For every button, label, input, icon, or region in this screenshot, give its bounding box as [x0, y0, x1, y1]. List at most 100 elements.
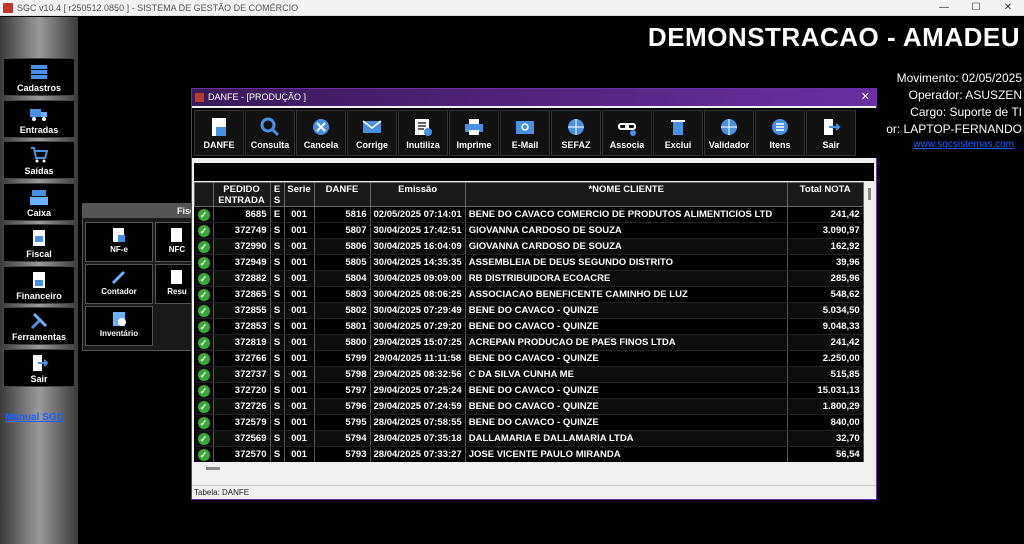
table-row[interactable]: ✓ 372990 S 001 5806 30/04/2025 16:04:09 GIOVAN… — [194, 238, 864, 255]
table-cell: 30/04/2025 07:29:49 — [370, 302, 466, 319]
toolbar-associa-button[interactable]: Associa — [602, 110, 652, 156]
column-emissao[interactable]: Emissão — [369, 182, 466, 207]
table-row[interactable]: ✓ 372853 S 001 5801 30/04/2025 07:29:20 BENE D… — [194, 318, 864, 335]
app-icon — [3, 2, 13, 13]
close-icon[interactable]: ✕ — [861, 89, 870, 106]
table-cell: S — [270, 318, 285, 335]
search-bar[interactable] — [194, 163, 874, 181]
table-cell: 515,85 — [787, 366, 864, 383]
table-cell: 372766 — [213, 350, 271, 367]
sidebar-item-sair[interactable]: Sair — [3, 349, 75, 387]
table-row[interactable]: ✓ 372766 S 001 5799 29/04/2025 11:11:58 BENE D… — [194, 350, 864, 367]
fiscal-submenu-title: Fisc — [83, 204, 199, 218]
toolbar-label: Inutiliza — [406, 140, 440, 150]
toolbar-consulta-button[interactable]: Consulta — [245, 110, 295, 156]
toolbar-sefaz-button[interactable]: SEFAZ — [551, 110, 601, 156]
toolbar-label: E-Mail — [511, 140, 539, 150]
table-cell: 001 — [284, 414, 315, 431]
toolbar-imprime-button[interactable]: Imprime — [449, 110, 499, 156]
table-row[interactable]: ✓ 372570 S 001 5793 28/04/2025 07:33:27 JOSE V… — [194, 446, 864, 462]
table-cell: ASSEMBLEIA DE DEUS SEGUNDO DISTRITO — [465, 254, 788, 271]
table-row[interactable]: ✓ 372720 S 001 5797 29/04/2025 07:25:24 BENE D… — [194, 382, 864, 399]
column-danfe[interactable]: DANFE — [313, 182, 371, 207]
toolbar-cancela-button[interactable]: Cancela — [296, 110, 346, 156]
table-row[interactable]: ✓ 372749 S 001 5807 30/04/2025 17:42:51 GIOVAN… — [194, 222, 864, 239]
sidebar-item-saidas[interactable]: Saídas — [3, 141, 75, 179]
table-row[interactable]: ✓ 372569 S 001 5794 28/04/2025 07:35:18 DALLAM… — [194, 430, 864, 447]
horizontal-scrollbar[interactable] — [194, 462, 876, 476]
cargo-label: Cargo: Suporte de TI — [910, 105, 1022, 119]
column-total-nota[interactable]: Total NOTA — [786, 182, 864, 207]
table-cell: 372579 — [213, 414, 271, 431]
check-icon: ✓ — [197, 208, 210, 221]
status-cell: ✓ — [194, 430, 214, 447]
toolbar-label: Consulta — [250, 140, 290, 150]
table-cell: E — [270, 206, 285, 223]
table-cell: 241,42 — [787, 334, 864, 351]
table-row[interactable]: ✓ 372882 S 001 5804 30/04/2025 09:09:00 RB DIS… — [194, 270, 864, 287]
table-cell: 5800 — [314, 334, 371, 351]
toolbar-validador-button[interactable]: Validador — [704, 110, 754, 156]
check-icon: ✓ — [197, 272, 210, 285]
column-pedido[interactable]: PEDIDO ENTRADA — [212, 182, 271, 207]
table-cell: 30/04/2025 16:04:09 — [370, 238, 466, 255]
check-icon: ✓ — [197, 368, 210, 381]
column-nome-cliente[interactable]: *NOME CLIENTE — [464, 182, 788, 207]
table-cell: 5793 — [314, 446, 371, 462]
table-cell: BENE DO CAVACO - QUINZE — [465, 398, 788, 415]
table-row[interactable]: ✓ 372865 S 001 5803 30/04/2025 08:06:25 ASSOCI… — [194, 286, 864, 303]
fiscal-item-inventario[interactable]: Inventário — [85, 306, 153, 346]
manual-link[interactable]: Manual SGC — [5, 412, 64, 423]
table-cell: 001 — [284, 222, 315, 239]
fiscal-item-contador[interactable]: Contador — [85, 264, 153, 304]
fiscal-item-nfe[interactable]: NF-e — [85, 222, 153, 262]
column-serie[interactable]: Serie — [283, 182, 315, 207]
table-cell: GIOVANNA CARDOSO DE SOUZA — [465, 238, 788, 255]
column-es[interactable]: E S — [269, 182, 285, 207]
toolbar-label: Cancela — [303, 140, 339, 150]
table-cell: DALLAMARIA E DALLAMARIA LTDA — [465, 430, 788, 447]
app-icon — [195, 93, 204, 102]
table-cell: 001 — [284, 334, 315, 351]
document-icon — [33, 230, 45, 246]
table-cell: BENE DO CAVACO COMERCIO DE PRODUTOS ALIM… — [465, 206, 788, 223]
close-window-button[interactable]: ✕ — [992, 0, 1024, 16]
table-row[interactable]: ✓ 372579 S 001 5795 28/04/2025 07:58:55 BENE D… — [194, 414, 864, 431]
table-cell: S — [270, 414, 285, 431]
table-row[interactable]: ✓ 372855 S 001 5802 30/04/2025 07:29:49 BENE D… — [194, 302, 864, 319]
email-icon — [516, 121, 534, 134]
table-cell: 30/04/2025 14:35:35 — [370, 254, 466, 271]
table-row[interactable]: ✓ 372726 S 001 5796 29/04/2025 07:24:59 BENE D… — [194, 398, 864, 415]
vertical-scrollbar[interactable] — [864, 182, 876, 462]
toolbar-email-button[interactable]: E-Mail — [500, 110, 550, 156]
table-row[interactable]: ✓ 372819 S 001 5800 29/04/2025 15:07:25 ACREPA… — [194, 334, 864, 351]
sidebar-item-ferramentas[interactable]: Ferramentas — [3, 307, 75, 345]
toolbar-inutiliza-button[interactable]: Inutiliza — [398, 110, 448, 156]
sidebar-item-caixa[interactable]: Caixa — [3, 183, 75, 221]
sidebar-item-fiscal[interactable]: Fiscal — [3, 224, 75, 262]
maximize-button[interactable]: ☐ — [960, 0, 992, 16]
table-cell: 29/04/2025 07:25:24 — [370, 382, 466, 399]
toolbar-danfe-button[interactable]: DANFE — [194, 110, 244, 156]
toolbar-exclui-button[interactable]: Exclui — [653, 110, 703, 156]
table-cell: 3.090,97 — [787, 222, 864, 239]
minimize-button[interactable]: — — [928, 0, 960, 16]
status-cell: ✓ — [194, 414, 214, 431]
toolbar-corrige-button[interactable]: Corrige — [347, 110, 397, 156]
table-row[interactable]: ✓ 372949 S 001 5805 30/04/2025 14:35:35 ASSEMB… — [194, 254, 864, 271]
table-cell: 5801 — [314, 318, 371, 335]
sidebar-item-entradas[interactable]: Entradas — [3, 100, 75, 138]
sidebar-item-financeiro[interactable]: Financeiro — [3, 266, 75, 304]
movimento-label: Movimento: 02/05/2025 — [896, 71, 1022, 85]
sidebar-item-cadastros[interactable]: Cadastros — [3, 58, 75, 96]
site-link[interactable]: www.sgcsistemas.com — [913, 139, 1014, 150]
table-row[interactable]: ✓ 8685 E 001 5816 02/05/2025 07:14:01 BENE DO … — [194, 206, 864, 223]
table-row[interactable]: ✓ 372737 S 001 5798 29/04/2025 08:32:56 C DA S… — [194, 366, 864, 383]
table-cell: ASSOCIACAO BENEFICENTE CAMINHO DE LUZ — [465, 286, 788, 303]
toolbar-sair-button[interactable]: Sair — [806, 110, 856, 156]
pen-icon — [111, 270, 126, 285]
toolbar-itens-button[interactable]: Itens — [755, 110, 805, 156]
table-cell: 28/04/2025 07:33:27 — [370, 446, 466, 462]
table-cell: 372819 — [213, 334, 271, 351]
table-cell: 372570 — [213, 446, 271, 462]
